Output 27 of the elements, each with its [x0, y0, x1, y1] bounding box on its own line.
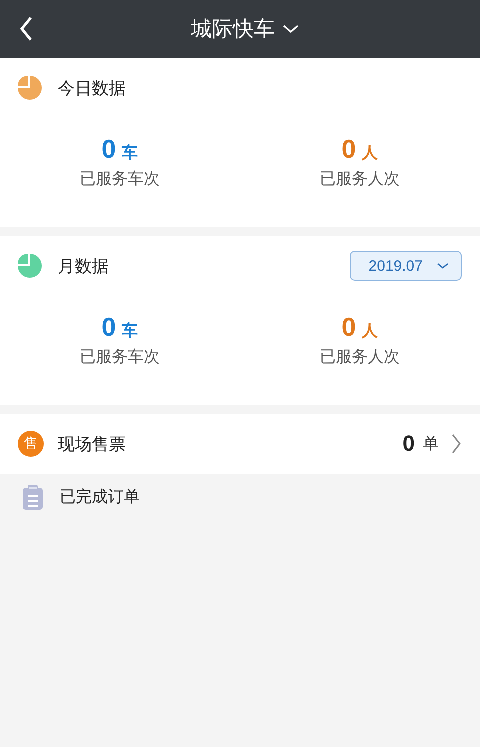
order-unit: 单 [423, 434, 439, 454]
stat-value: 0 [102, 134, 116, 165]
section-title: 月数据 [58, 256, 110, 278]
stat-unit: 车 [122, 321, 138, 342]
order-count: 0 [402, 431, 415, 457]
screen-title[interactable]: 城际快车 [191, 15, 275, 43]
stat-value: 0 [102, 312, 116, 343]
stat-value: 0 [342, 134, 356, 165]
row-label: 现场售票 [58, 434, 126, 456]
clipboard-icon [22, 484, 44, 510]
stat-label: 已服务人次 [320, 169, 400, 190]
stat-label: 已服务人次 [320, 347, 400, 368]
chevron-right-icon [451, 434, 462, 454]
chevron-down-icon [437, 262, 449, 270]
sale-badge: 售 [18, 431, 44, 457]
stat-unit: 人 [362, 321, 378, 342]
back-icon [18, 15, 34, 43]
stat-label: 已服务车次 [80, 347, 160, 368]
month-picker[interactable]: 2019.07 [350, 251, 462, 281]
stat-label: 已服务车次 [80, 169, 160, 190]
stat-value: 0 [342, 312, 356, 343]
stat-unit: 车 [122, 143, 138, 164]
stat-unit: 人 [362, 143, 378, 164]
ticket-sales-row[interactable]: 售 现场售票 0 单 [0, 414, 480, 474]
chevron-down-icon [283, 24, 299, 34]
section-title: 今日数据 [58, 78, 127, 100]
completed-orders-link[interactable]: 已完成订单 [60, 486, 140, 508]
